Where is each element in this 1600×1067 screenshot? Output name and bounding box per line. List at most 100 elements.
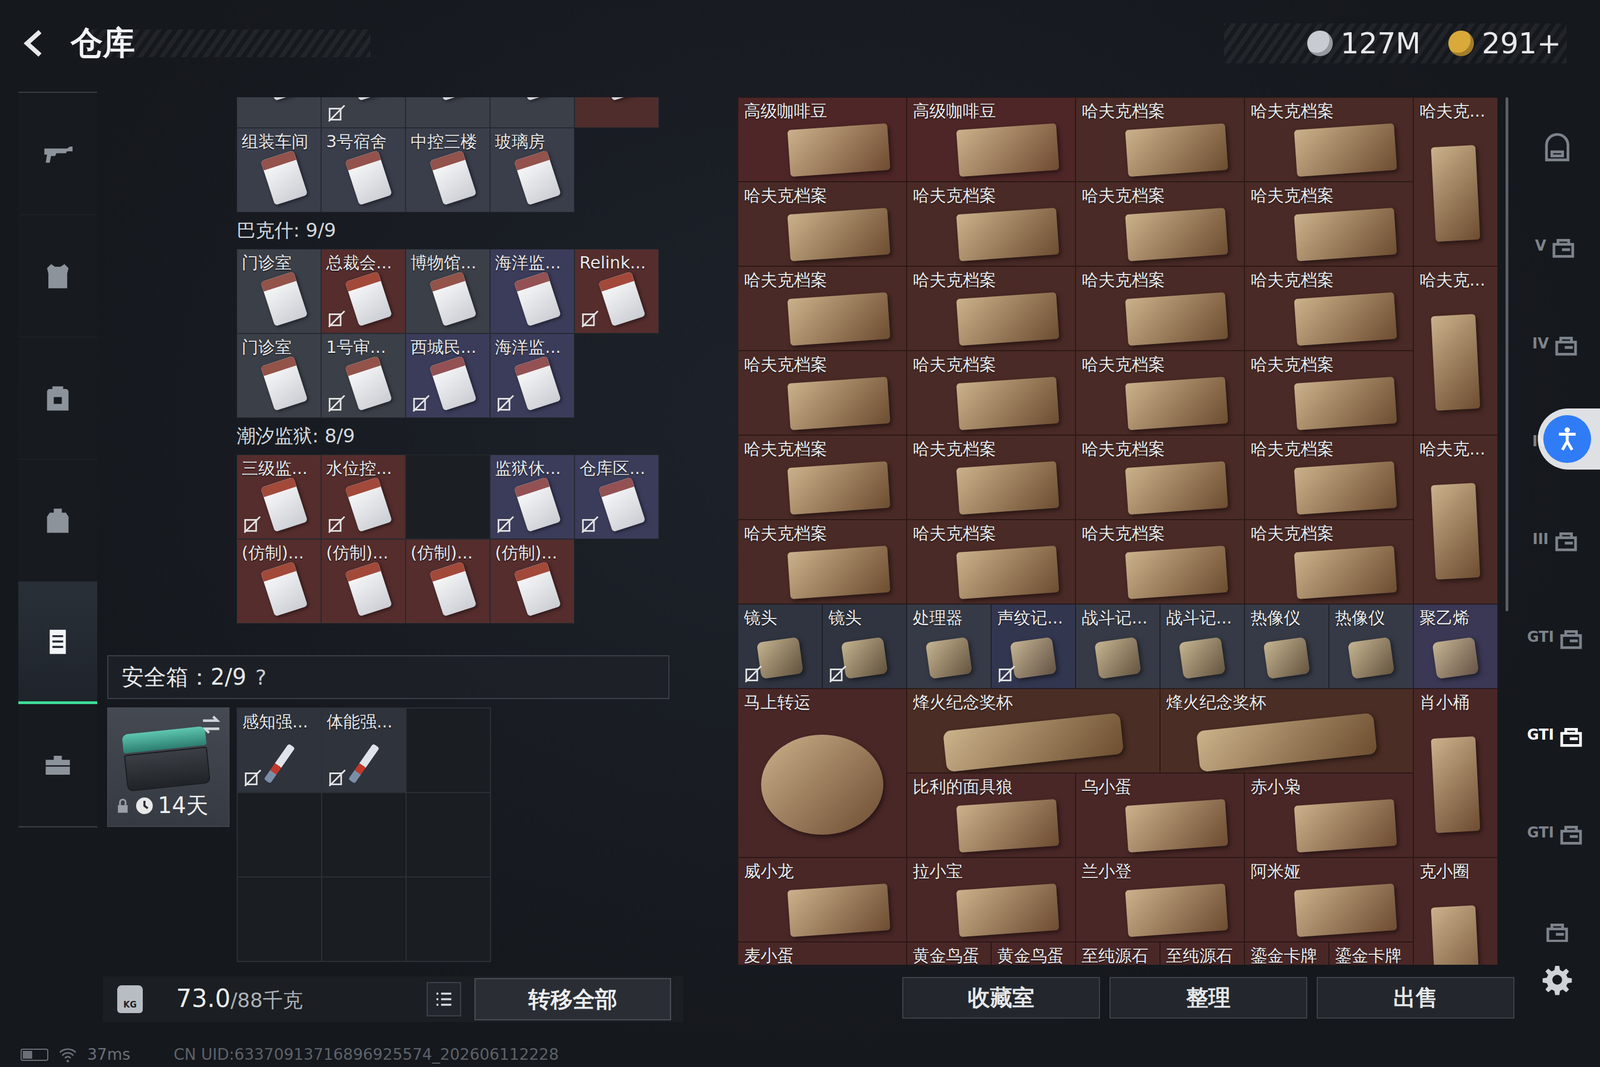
stash-tab[interactable] <box>1526 98 1588 197</box>
stash-item[interactable]: 聚乙烯 <box>1413 603 1498 689</box>
stash-item[interactable]: 哈夫克档案 <box>737 519 907 604</box>
stash-item[interactable]: 拉小宝 <box>906 857 1076 942</box>
key-slot[interactable]: 三级监... <box>236 454 322 539</box>
stash-item[interactable]: 声纹记... <box>991 603 1076 689</box>
stash-item[interactable]: 哈夫克档案 <box>1075 181 1245 267</box>
sidebar-item[interactable] <box>18 581 98 704</box>
key-slot[interactable]: Relink... <box>574 248 659 334</box>
stash-action-button[interactable]: 整理 <box>1109 976 1308 1019</box>
stash-tab[interactable]: GTI <box>1526 587 1588 686</box>
gear-icon[interactable] <box>1540 962 1574 997</box>
currency[interactable]: 291+ <box>1448 26 1562 60</box>
stash-item[interactable]: 威小龙 <box>737 857 907 942</box>
stash-item[interactable]: 黄金鸟蛋 <box>906 941 992 965</box>
stash-item[interactable]: 哈夫克档案 <box>1075 350 1245 435</box>
stash-item[interactable]: 哈夫克档案 <box>1244 519 1414 604</box>
key-slot[interactable]: 中控三楼 <box>405 127 490 213</box>
stash-item[interactable]: 哈夫克档案 <box>1244 350 1414 435</box>
stash-item[interactable]: 鎏金卡牌 <box>1244 941 1329 965</box>
key-slot[interactable]: 仓库区... <box>574 454 659 539</box>
key-slot[interactable] <box>490 97 575 128</box>
stash-item[interactable]: 战斗记... <box>1075 603 1160 689</box>
key-slot[interactable]: 玻璃房 <box>490 127 575 213</box>
key-slot[interactable]: 门诊室 <box>236 248 322 334</box>
key-slot[interactable]: 西城民... <box>405 333 490 418</box>
safe-case[interactable]: 14天 <box>107 707 230 827</box>
key-slot[interactable]: (仿制)... <box>490 538 575 624</box>
stash-item[interactable]: 哈夫克档案 <box>737 181 907 267</box>
stash-item[interactable]: 烽火纪念奖杯 <box>1160 688 1414 773</box>
stash-item[interactable]: 至纯源石 <box>1075 941 1160 965</box>
stash-item[interactable]: 兰小登 <box>1075 857 1245 942</box>
key-slot[interactable]: 3号宿舍 <box>321 127 406 213</box>
key-slot[interactable]: 海洋监... <box>490 248 575 334</box>
stash-item[interactable]: 乌小蛋 <box>1075 772 1245 858</box>
stash-item[interactable]: 哈夫克档案 <box>1075 435 1245 520</box>
key-slot[interactable]: 总裁会... <box>321 248 406 334</box>
stash-item[interactable]: 战斗记... <box>1160 603 1245 689</box>
stash-item[interactable]: 哈夫克档案 <box>1244 181 1414 267</box>
stash-item[interactable]: 至纯源石 <box>1160 941 1245 965</box>
help-button[interactable]: ? <box>255 665 267 690</box>
stash-item[interactable]: 热像仪 <box>1244 603 1329 689</box>
stash-action-button[interactable]: 出售 <box>1316 976 1515 1019</box>
list-button[interactable] <box>426 981 462 1017</box>
stash-tab[interactable]: GTI <box>1526 783 1588 882</box>
stash-item[interactable]: 高级咖啡豆 <box>737 97 907 182</box>
key-slot[interactable]: 监狱休... <box>490 454 575 539</box>
stash-item[interactable]: 哈夫克档案 <box>1075 519 1245 604</box>
stash-item[interactable]: 处理器 <box>906 603 992 689</box>
key-slot[interactable]: 水位控... <box>321 454 406 539</box>
sidebar-item[interactable] <box>18 337 98 460</box>
back-button[interactable] <box>20 26 55 61</box>
stash-item[interactable]: 麦小蛋 <box>737 941 907 965</box>
stash-item[interactable]: 哈夫克档案 <box>1244 435 1414 520</box>
transfer-all-button[interactable]: 转移全部 <box>474 977 672 1020</box>
stash-item[interactable]: 哈夫克档案 <box>1075 266 1245 351</box>
key-slot[interactable] <box>321 97 406 128</box>
sidebar-item[interactable] <box>18 703 98 827</box>
stash-item[interactable]: 烽火纪念奖杯 <box>906 688 1160 773</box>
stash-item[interactable]: 热像仪 <box>1328 603 1414 689</box>
sidebar-item[interactable] <box>18 92 98 215</box>
stash-scrollbar[interactable] <box>1505 97 1509 612</box>
stash-item[interactable]: 哈夫克... <box>1413 97 1498 267</box>
key-slot[interactable]: 门诊室 <box>236 333 322 418</box>
stash-item[interactable]: 哈夫克档案 <box>1244 97 1414 182</box>
stash-tab[interactable] <box>1526 881 1588 942</box>
key-slot[interactable]: (仿制)... <box>236 538 322 624</box>
key-slot[interactable]: 海洋监... <box>490 333 575 418</box>
key-slot[interactable]: 博物馆... <box>405 248 490 334</box>
stash-item[interactable]: 赤小枭 <box>1244 772 1414 858</box>
stash-item[interactable]: 哈夫克档案 <box>906 519 1076 604</box>
stash-item[interactable]: 哈夫克档案 <box>906 181 1076 267</box>
stash-item[interactable]: 哈夫克档案 <box>906 266 1076 351</box>
stash-item[interactable]: 哈夫克... <box>1413 435 1498 604</box>
stash-tab[interactable]: III <box>1526 490 1588 588</box>
stash-item[interactable]: 哈夫克档案 <box>1244 266 1414 351</box>
stash-item[interactable]: 哈夫克档案 <box>906 435 1076 520</box>
stash-item[interactable]: 哈夫克档案 <box>737 350 907 435</box>
sidebar-item[interactable] <box>18 459 98 582</box>
key-slot[interactable]: (仿制)... <box>405 538 490 624</box>
stash-item[interactable]: 哈夫克档案 <box>1075 97 1245 182</box>
stash-item[interactable]: 克小圈 <box>1413 857 1498 965</box>
stash-item[interactable]: 鎏金卡牌 <box>1328 941 1414 965</box>
currency[interactable]: 127M <box>1307 26 1421 60</box>
stash-item[interactable]: 高级咖啡豆 <box>906 97 1076 182</box>
safe-slot[interactable]: 感知强... <box>237 707 322 793</box>
stash-item[interactable]: 肖小桶 <box>1413 688 1498 858</box>
key-slot[interactable] <box>405 97 490 128</box>
accessibility-button[interactable] <box>1537 408 1600 470</box>
key-slot[interactable]: (仿制)... <box>321 538 406 624</box>
stash-item[interactable]: 哈夫克档案 <box>737 266 907 351</box>
stash-item[interactable]: 阿米娅 <box>1244 857 1414 942</box>
stash-tab[interactable]: IV <box>1526 294 1588 393</box>
stash-item[interactable]: 比利的面具狼 <box>906 772 1076 858</box>
key-slot[interactable]: 1号审... <box>321 333 406 418</box>
stash-action-button[interactable]: 收藏室 <box>902 976 1100 1019</box>
stash-item[interactable]: 镜头 <box>737 603 823 689</box>
sidebar-item[interactable] <box>18 215 98 338</box>
stash-item[interactable]: 哈夫克... <box>1413 266 1498 435</box>
stash-item[interactable]: 哈夫克档案 <box>737 435 907 520</box>
